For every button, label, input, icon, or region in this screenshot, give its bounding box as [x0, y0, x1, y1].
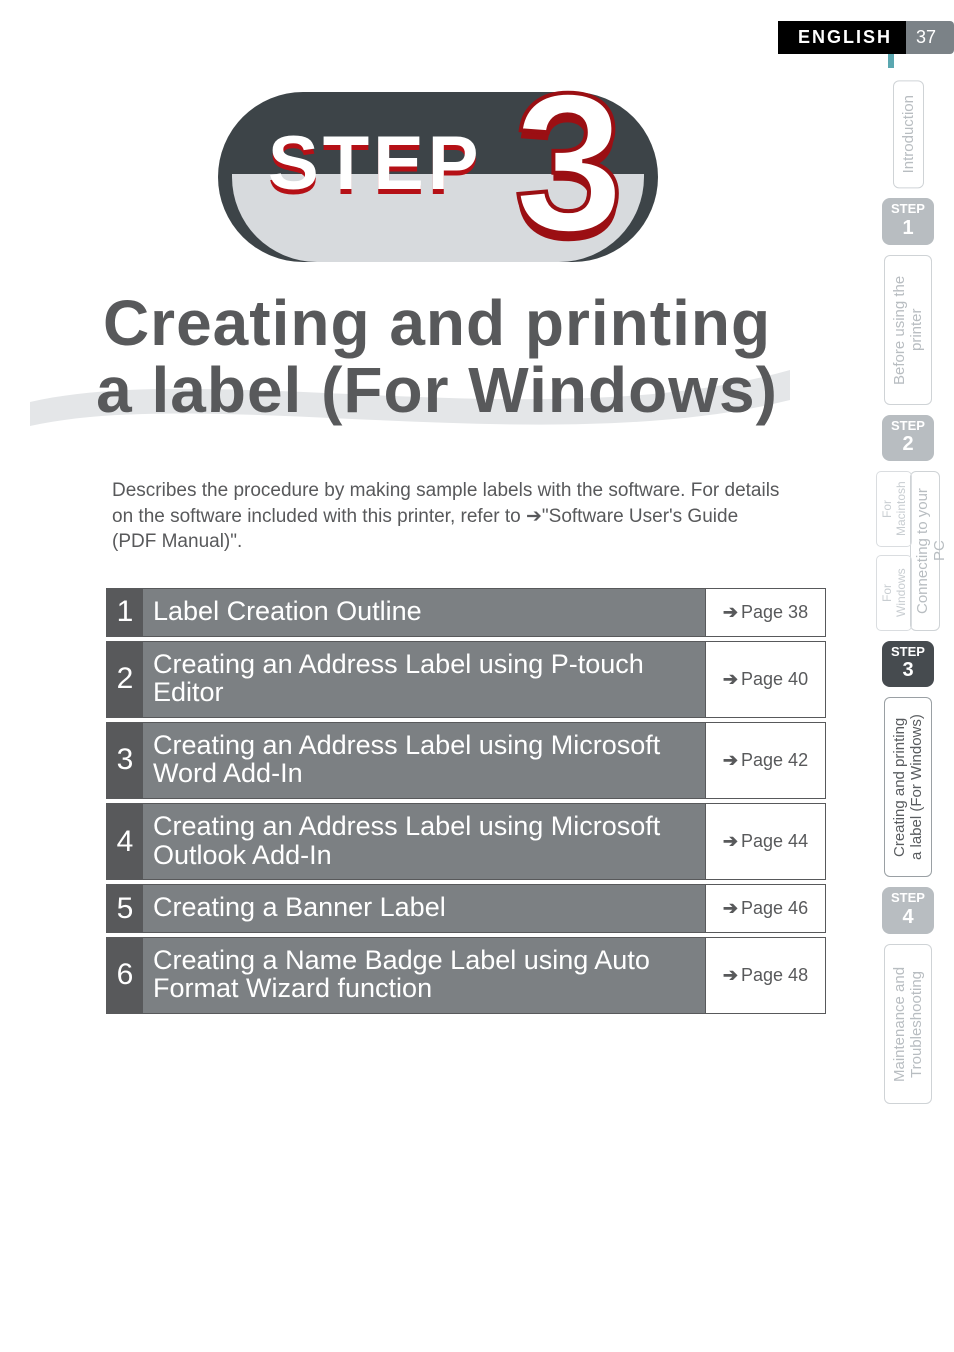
step-pill-1[interactable]: STEP1 — [882, 198, 934, 244]
tab-introduction[interactable]: Introduction — [893, 80, 924, 188]
side-nav: Introduction STEP1 Before using the prin… — [876, 80, 940, 1104]
toc-row[interactable]: 2 Creating an Address Label using P-touc… — [106, 641, 826, 718]
toc-number: 1 — [107, 589, 143, 636]
table-of-contents: 1 Label Creation Outline ➔Page 38 2 Crea… — [106, 588, 826, 1018]
step-pill-3[interactable]: STEP3 — [882, 641, 934, 687]
page-header: ENGLISH 37 — [778, 22, 954, 52]
step-pill-4[interactable]: STEP4 — [882, 887, 934, 933]
page-title: Creating and printing a label (For Windo… — [70, 290, 804, 424]
step-label: STEP — [268, 120, 483, 207]
tab-for-windows[interactable]: For Windows — [876, 555, 912, 631]
toc-page-ref: ➔Page 44 — [705, 804, 825, 879]
toc-row[interactable]: 4 Creating an Address Label using Micros… — [106, 803, 826, 880]
step-number: 3 — [514, 64, 624, 262]
decorative-tick — [888, 54, 894, 68]
tab-connecting-pc[interactable]: Connecting to your PC — [910, 471, 940, 631]
arrow-right-icon: ➔ — [723, 669, 738, 690]
tab-for-macintosh[interactable]: For Macintosh — [876, 471, 912, 547]
description-text: Describes the procedure by making sample… — [112, 478, 784, 555]
page-number: 37 — [906, 21, 954, 54]
toc-page-ref: ➔Page 38 — [705, 589, 825, 636]
toc-number: 3 — [107, 723, 143, 798]
toc-number: 6 — [107, 938, 143, 1013]
language-badge: ENGLISH — [778, 21, 906, 54]
toc-page-ref: ➔Page 46 — [705, 885, 825, 932]
step-badge: STEP 3 — [218, 92, 658, 262]
toc-title: Label Creation Outline — [143, 589, 705, 636]
toc-number: 4 — [107, 804, 143, 879]
toc-title: Creating an Address Label using P-touch … — [143, 642, 705, 717]
toc-page-ref: ➔Page 40 — [705, 642, 825, 717]
toc-row[interactable]: 3 Creating an Address Label using Micros… — [106, 722, 826, 799]
tab-maintenance[interactable]: Maintenance and Troubleshooting — [884, 944, 932, 1104]
arrow-right-icon: ➔ — [723, 750, 738, 771]
arrow-right-icon: ➔ — [723, 831, 738, 852]
toc-row[interactable]: 1 Label Creation Outline ➔Page 38 — [106, 588, 826, 637]
toc-page-ref: ➔Page 48 — [705, 938, 825, 1013]
toc-row[interactable]: 5 Creating a Banner Label ➔Page 46 — [106, 884, 826, 933]
toc-title: Creating a Name Badge Label using Auto F… — [143, 938, 705, 1013]
arrow-right-icon: ➔ — [723, 602, 738, 623]
arrow-right-icon: ➔ — [723, 965, 738, 986]
toc-row[interactable]: 6 Creating a Name Badge Label using Auto… — [106, 937, 826, 1014]
toc-title: Creating an Address Label using Microsof… — [143, 723, 705, 798]
arrow-right-icon: ➔ — [723, 898, 738, 919]
toc-number: 2 — [107, 642, 143, 717]
step-pill-2[interactable]: STEP2 — [882, 415, 934, 461]
tab-creating-printing[interactable]: Creating and printing a label (For Windo… — [884, 697, 932, 877]
toc-number: 5 — [107, 885, 143, 932]
title-line-2: a label (For Windows) — [96, 354, 778, 426]
title-line-1: Creating and printing — [103, 287, 771, 359]
toc-title: Creating a Banner Label — [143, 885, 705, 932]
tab-before-using[interactable]: Before using the printer — [884, 255, 932, 405]
toc-title: Creating an Address Label using Microsof… — [143, 804, 705, 879]
toc-page-ref: ➔Page 42 — [705, 723, 825, 798]
